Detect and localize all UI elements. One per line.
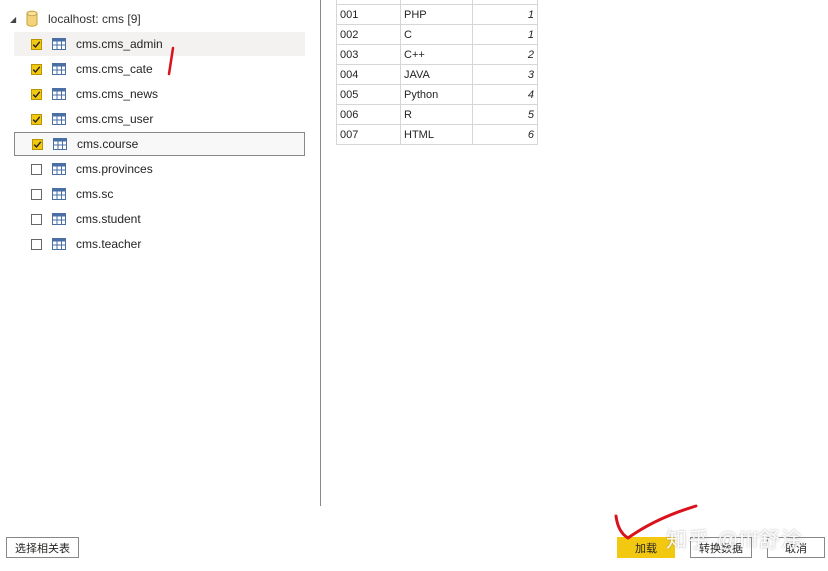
table-cell: C++ (400, 44, 473, 65)
table-list-item[interactable]: cms.student (14, 207, 305, 231)
checkmark-icon (32, 115, 41, 123)
item-checkbox[interactable] (31, 38, 42, 50)
table-list-item-label: cms.cms_user (76, 112, 154, 126)
table-cell: 005 (336, 84, 401, 105)
item-checkbox[interactable] (31, 213, 42, 225)
tree-root-label: localhost: cms [9] (48, 12, 141, 26)
checkmark-icon (32, 40, 41, 48)
table-list-item-label: cms.cms_news (76, 87, 159, 101)
table-list-item[interactable]: cms.cms_user (14, 107, 305, 131)
table-cell: 1 (472, 4, 538, 25)
triangle-down-icon[interactable]: ◢ (10, 15, 22, 24)
table-cell: 3 (472, 64, 538, 85)
table-cell: 2 (472, 44, 538, 65)
table-cell: 004 (336, 64, 401, 85)
select-related-tables-button[interactable]: 选择相关表 (6, 537, 79, 558)
table-row: 005 Python 4 (336, 84, 538, 105)
table-row: 001 PHP 1 (336, 4, 538, 25)
item-checkbox[interactable] (31, 188, 42, 200)
item-checkbox[interactable] (31, 163, 42, 175)
item-checkbox[interactable] (31, 88, 42, 100)
table-row: 007 HTML 6 (336, 124, 538, 145)
table-icon (53, 138, 67, 150)
checkmark-icon (32, 90, 41, 98)
table-icon (52, 113, 66, 125)
table-list-item-label: cms.cms_admin (76, 37, 163, 51)
table-cell: 006 (336, 104, 401, 125)
table-row: 004 JAVA 3 (336, 64, 538, 85)
table-icon (52, 88, 66, 100)
tree-root-localhost[interactable]: ◢ localhost: cms [9] (10, 9, 141, 29)
table-list-item-label: cms.cms_cate (76, 62, 153, 76)
navigator-pane: ◢ localhost: cms [9] cms.cms_admin cms.cm… (0, 0, 320, 506)
item-checkbox[interactable] (31, 113, 42, 125)
table-list-item[interactable]: cms.cms_cate (14, 57, 305, 81)
table-cell: HTML (400, 124, 473, 145)
item-checkbox[interactable] (31, 238, 42, 250)
table-cell: Python (400, 84, 473, 105)
pane-divider[interactable] (320, 0, 321, 506)
cancel-button[interactable]: 取消 (767, 537, 825, 558)
table-cell: R (400, 104, 473, 125)
table-list-item[interactable]: cms.course (14, 132, 305, 156)
table-row: 002 C 1 (336, 24, 538, 45)
table-row: 006 R 5 (336, 104, 538, 125)
checkmark-icon (33, 140, 42, 148)
table-list-item[interactable]: cms.sc (14, 182, 305, 206)
table-list-item-label: cms.teacher (76, 237, 142, 251)
table-cell: JAVA (400, 64, 473, 85)
table-cell: 003 (336, 44, 401, 65)
table-icon (52, 38, 66, 50)
table-icon (52, 63, 66, 75)
load-button[interactable]: 加载 (617, 537, 675, 558)
table-cell: PHP (400, 4, 473, 25)
table-cell: 002 (336, 24, 401, 45)
table-icon (52, 238, 66, 250)
table-icon (52, 163, 66, 175)
transform-data-button[interactable]: 转换数据 (690, 537, 752, 558)
table-list-item-label: cms.course (77, 137, 139, 151)
table-list-item-label: cms.sc (76, 187, 114, 201)
table-cell: C (400, 24, 473, 45)
table-cell: 5 (472, 104, 538, 125)
table-list-item[interactable]: cms.teacher (14, 232, 305, 256)
item-checkbox[interactable] (32, 138, 43, 150)
table-cell: 007 (336, 124, 401, 145)
table-list-item[interactable]: cms.provinces (14, 157, 305, 181)
table-cell: 6 (472, 124, 538, 145)
table-list-item[interactable]: cms.cms_news (14, 82, 305, 106)
table-icon (52, 213, 66, 225)
table-cell: 001 (336, 4, 401, 25)
table-list-item-label: cms.provinces (76, 162, 153, 176)
preview-table: 001 PHP 1 002 C 1 003 C++ 2 004 JAVA 3 005 Python 4 006… (336, 0, 538, 145)
table-row: 003 C++ 2 (336, 44, 538, 65)
table-list-item-label: cms.student (76, 212, 141, 226)
table-list-item[interactable]: cms.cms_admin (14, 32, 305, 56)
item-checkbox[interactable] (31, 63, 42, 75)
checkmark-icon (32, 65, 41, 73)
database-icon (26, 10, 38, 27)
table-cell: 1 (472, 24, 538, 45)
table-cell: 4 (472, 84, 538, 105)
table-icon (52, 188, 66, 200)
